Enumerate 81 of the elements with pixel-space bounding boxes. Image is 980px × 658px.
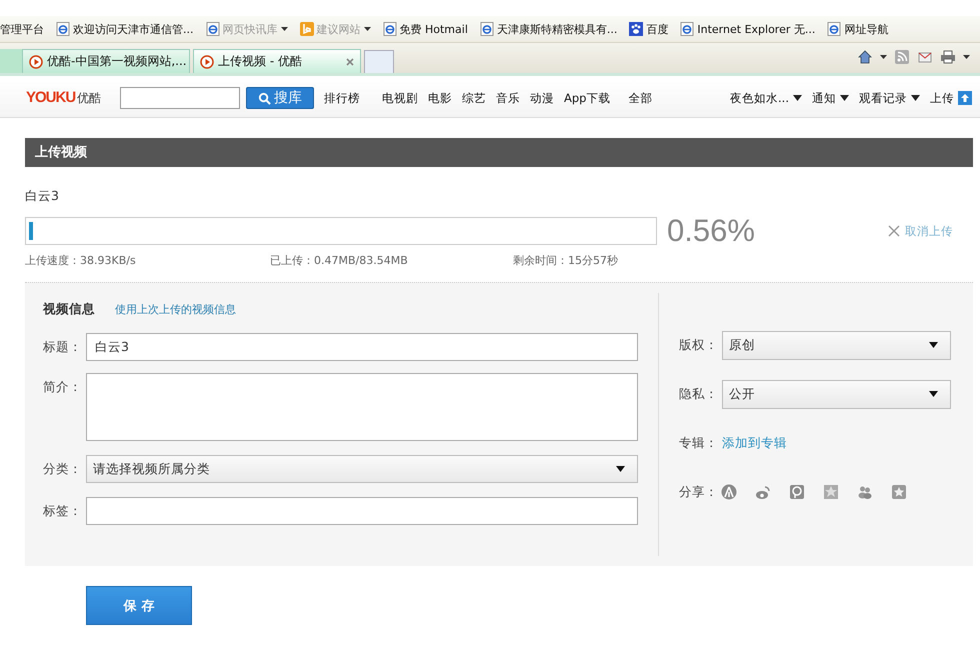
- upload-link[interactable]: 上传: [930, 90, 972, 106]
- field-label: 版权：: [679, 336, 719, 354]
- caret-icon: [364, 27, 370, 31]
- home-icon[interactable]: [857, 49, 873, 65]
- share-icon[interactable]: [789, 484, 805, 500]
- paw-icon: [629, 22, 644, 36]
- browser-tab[interactable]: 上传视频 - 优酷: [193, 49, 361, 73]
- bing-icon: [300, 22, 314, 36]
- bookmark-link[interactable]: Internet Explorer 无...: [680, 22, 816, 36]
- nav-link[interactable]: 电影: [428, 90, 452, 106]
- close-icon[interactable]: [346, 58, 354, 66]
- youku-logo[interactable]: YOUKU优酷: [26, 89, 112, 107]
- browser-page-icon: [382, 22, 396, 36]
- share-icon[interactable]: [721, 484, 737, 500]
- remaining-time: 剩余时间：15分57秒: [513, 253, 618, 268]
- bookmark-link[interactable]: 网址导航: [827, 22, 888, 36]
- text-field[interactable]: 白云3: [86, 333, 638, 361]
- uploaded-size: 已上传：0.47MB/83.54MB: [270, 253, 409, 268]
- field-label: 专辑：: [679, 434, 719, 452]
- play-icon: [29, 54, 43, 68]
- feed-icon[interactable]: [894, 49, 910, 65]
- share-icon[interactable]: [823, 484, 839, 500]
- save-button[interactable]: 保 存: [86, 586, 192, 625]
- browser-page-icon: [206, 22, 220, 36]
- nav-link[interactable]: 排行榜: [324, 90, 360, 106]
- nav-link[interactable]: 电视剧: [382, 90, 418, 106]
- field-label: 标题：: [43, 338, 83, 356]
- search-field[interactable]: [120, 87, 240, 109]
- text-field[interactable]: [86, 497, 638, 525]
- section-title: 上传视频: [25, 138, 973, 167]
- search-button[interactable]: 搜库: [246, 87, 314, 109]
- share-icon[interactable]: [891, 484, 907, 500]
- share-icon[interactable]: [857, 484, 873, 500]
- field-label: 简介：: [43, 379, 83, 396]
- bookmark-link[interactable]: 欢迎访问天津市通信管...: [56, 22, 194, 36]
- field-label: 隐私：: [679, 386, 719, 402]
- nav-link[interactable]: App下载: [564, 90, 610, 106]
- progress-percent: 0.56%: [667, 213, 756, 249]
- nav-link[interactable]: 综艺: [462, 90, 486, 106]
- play-icon: [200, 54, 214, 68]
- caret-icon: [929, 342, 938, 348]
- browser-page-icon: [827, 22, 842, 36]
- upload-speed: 上传速度：38.93KB/s: [25, 253, 137, 268]
- field-label: 分类：: [43, 460, 83, 478]
- dropdown[interactable]: 原创: [722, 330, 951, 360]
- caret-icon: [840, 95, 849, 101]
- dropdown[interactable]: 公开: [722, 380, 951, 408]
- bookmark-link[interactable]: 天津康斯特精密模具有...: [480, 22, 618, 36]
- form-heading: 视频信息: [43, 300, 95, 318]
- share-icon[interactable]: [755, 484, 771, 500]
- browser-page-icon: [480, 22, 494, 36]
- menu-link[interactable]: 通知: [812, 90, 849, 106]
- nav-link[interactable]: 全部: [628, 90, 652, 106]
- close-icon: [888, 225, 900, 237]
- nav-link[interactable]: 音乐: [496, 90, 520, 106]
- browser-page-icon: [680, 22, 694, 36]
- field-label: 分享：: [679, 484, 719, 500]
- bookmark-link[interactable]: 管理平台: [0, 22, 44, 36]
- caret-icon: [616, 466, 625, 472]
- text-area[interactable]: [86, 373, 638, 441]
- browser-page-icon: [56, 22, 70, 36]
- caret-icon: [929, 391, 938, 397]
- field-label: 标签：: [43, 502, 83, 520]
- caret-icon[interactable]: [963, 55, 970, 59]
- menu-link[interactable]: 观看记录: [859, 90, 920, 106]
- menu-link[interactable]: 夜色如水...: [730, 90, 802, 106]
- nav-link[interactable]: 动漫: [530, 90, 554, 106]
- file-name: 白云3: [25, 188, 60, 205]
- reuse-info-link[interactable]: 使用上次上传的视频信息: [115, 302, 236, 316]
- bookmark-link[interactable]: 免费 Hotmail: [382, 22, 468, 36]
- caret-icon: [280, 27, 288, 31]
- printer-icon[interactable]: [940, 49, 956, 65]
- bookmark-link[interactable]: 百度: [629, 22, 668, 36]
- browser-tab[interactable]: 优酷-中国第一视频网站,...: [22, 49, 190, 73]
- upload-icon: [958, 91, 972, 105]
- caret-icon: [793, 95, 802, 101]
- caret-icon[interactable]: [880, 55, 887, 59]
- caret-icon: [911, 95, 920, 101]
- search-icon: [258, 92, 271, 104]
- new-tab-button[interactable]: [364, 50, 394, 73]
- category-dropdown[interactable]: 请选择视频所属分类: [86, 455, 638, 483]
